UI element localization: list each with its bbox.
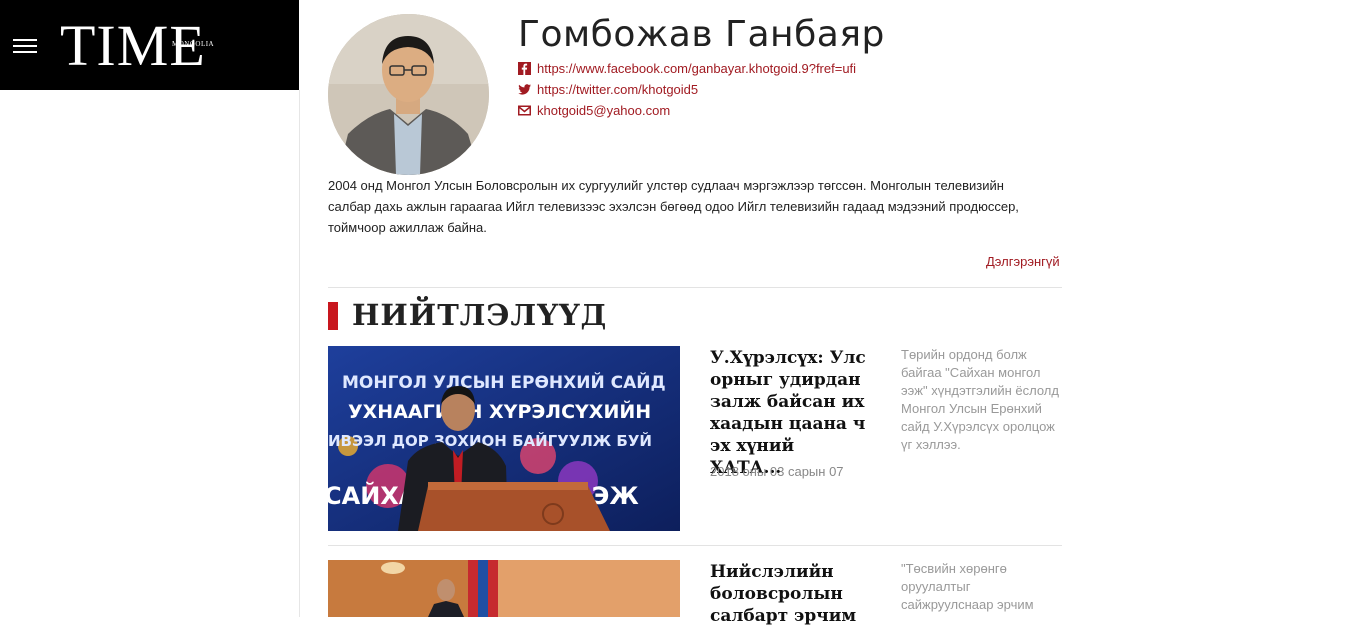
- email-link[interactable]: khotgoid5@yahoo.com: [537, 103, 670, 118]
- read-more-link[interactable]: Дэлгэрэнгүй: [986, 254, 1060, 269]
- twitter-icon: [518, 84, 531, 95]
- facebook-link[interactable]: https://www.facebook.com/ganbayar.khotgo…: [537, 61, 856, 76]
- envelope-icon: [518, 105, 531, 116]
- hamburger-icon[interactable]: [13, 39, 37, 55]
- article-divider: [328, 545, 1062, 546]
- article-title[interactable]: У.Хүрэлсүх: Улс орныг удирдан залж байса…: [710, 347, 870, 479]
- section-divider: [328, 287, 1062, 288]
- section-accent-bar: [328, 302, 338, 330]
- article-summary: "Төсвийн хөрөнгө оруулалтыг сайжруулснаа…: [901, 561, 1034, 612]
- twitter-link[interactable]: https://twitter.com/khotgoid5: [537, 82, 698, 97]
- email-link-row: khotgoid5@yahoo.com: [518, 103, 670, 118]
- author-name: Гомбожав Ганбаяр: [518, 14, 885, 55]
- twitter-link-row: https://twitter.com/khotgoid5: [518, 82, 698, 97]
- author-bio: 2004 онд Монгол Улсын Боловсролын их сур…: [328, 178, 1019, 235]
- article-image[interactable]: [328, 560, 680, 617]
- article-summary: Төрийн ордонд болж байгаа "Сайхан монгол…: [901, 347, 1059, 452]
- section-title: НИЙТЛЭЛҮҮД: [352, 298, 608, 332]
- content-divider: [299, 90, 300, 617]
- image-banner-line-2: УХНААГИЙН ХҮРЭЛСҮХИЙН: [348, 400, 651, 423]
- facebook-link-row: https://www.facebook.com/ganbayar.khotgo…: [518, 61, 856, 76]
- site-logo-sub: MONGOLIA: [172, 40, 215, 48]
- facebook-icon: [518, 62, 531, 75]
- author-avatar: [328, 14, 489, 175]
- image-banner-line-1: МОНГОЛ УЛСЫН ЕРӨНХИЙ САЙД: [342, 371, 666, 393]
- article-date: 2018 оны 03 сарын 07: [710, 464, 844, 479]
- image-banner-line-3: ИВЭЭЛ ДОР ЗОХИОН БАЙГУУЛЖ БУЙ: [328, 431, 652, 450]
- site-header: TIME MONGOLIA: [0, 0, 299, 90]
- article-title[interactable]: Нийслэлийн боловсролын салбарт эрчим: [710, 561, 870, 627]
- article-image[interactable]: МОНГОЛ УЛСЫН ЕРӨНХИЙ САЙД УХНААГИЙН ХҮРЭ…: [328, 346, 680, 531]
